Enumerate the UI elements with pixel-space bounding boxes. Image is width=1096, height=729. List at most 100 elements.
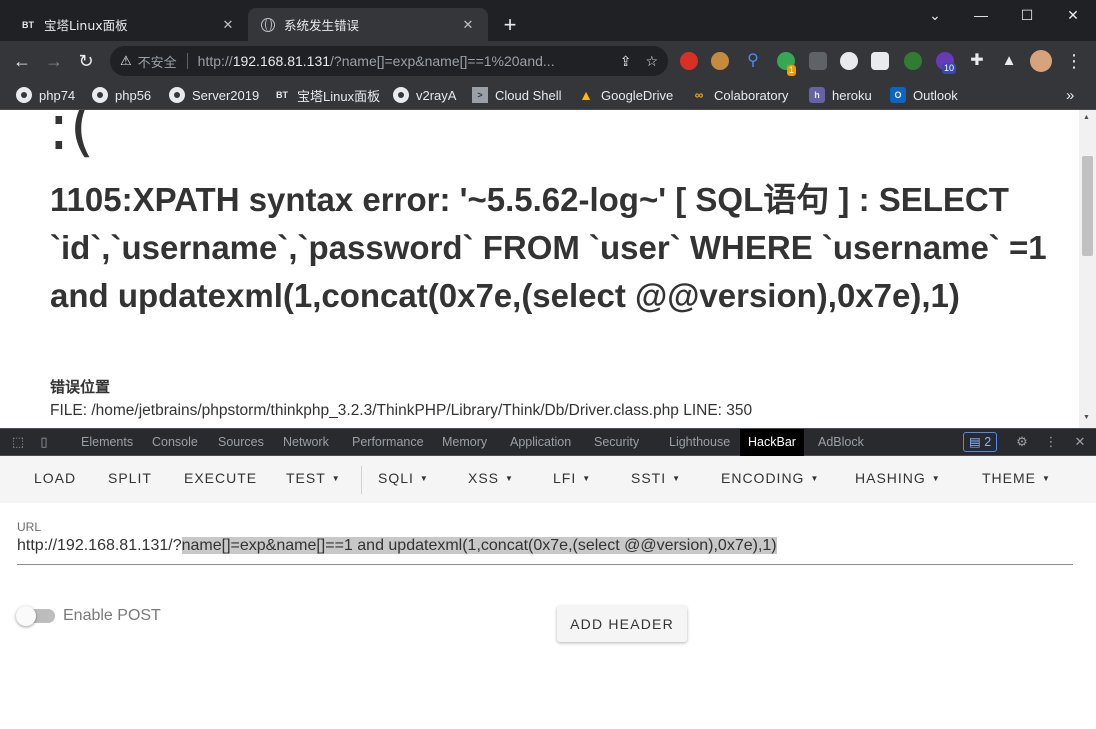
bookmark-php56[interactable]: php56	[92, 86, 151, 104]
chat-extension-icon[interactable]	[840, 52, 858, 70]
new-tab-button[interactable]: +	[498, 14, 522, 38]
divider	[186, 53, 188, 69]
sad-face: :(	[48, 110, 95, 165]
bookmarks-overflow-button[interactable]: »	[1066, 86, 1074, 104]
device-toolbar-icon[interactable]: ▯	[36, 434, 52, 450]
scrollbar-thumb[interactable]	[1082, 156, 1093, 256]
sqli-menu[interactable]: SQLI ▼	[378, 470, 429, 486]
globe-icon	[169, 87, 185, 103]
bookmark-php74[interactable]: php74	[16, 86, 75, 104]
terminal-icon: >	[472, 87, 488, 103]
theme-menu[interactable]: THEME ▼	[982, 470, 1051, 486]
gear-extension-icon[interactable]	[904, 52, 922, 70]
inspect-element-icon[interactable]: ⬚	[10, 434, 26, 450]
back-button[interactable]: ←	[8, 47, 36, 75]
url-textarea[interactable]: http://192.168.81.131/?name[]=exp&name[]…	[17, 535, 1073, 565]
enable-post-toggle[interactable]	[16, 606, 55, 626]
tab-security[interactable]: Security	[594, 429, 639, 456]
tab-performance[interactable]: Performance	[352, 429, 424, 456]
close-icon[interactable]: ✕	[460, 17, 476, 33]
toggle-knob[interactable]	[16, 606, 36, 626]
caret-down-icon: ▼	[1042, 474, 1051, 483]
extension-badge: 1	[787, 65, 797, 76]
proxy-extension-icon[interactable]	[809, 52, 827, 70]
share-icon[interactable]: ⇪	[620, 53, 632, 70]
hashing-menu[interactable]: HASHING ▼	[855, 470, 941, 486]
url-label: URL	[17, 520, 42, 534]
tab-application[interactable]: Application	[510, 429, 571, 456]
bookmark-outlook[interactable]: O Outlook	[890, 86, 958, 104]
adblock-extension-icon[interactable]	[680, 52, 698, 70]
forward-button[interactable]: →	[40, 47, 68, 75]
bookmark-baota[interactable]: BT 宝塔Linux面板	[274, 86, 380, 104]
bookmarks-bar: php74 php56 Server2019 BT 宝塔Linux面板 v2ray…	[0, 81, 1096, 110]
tab-console[interactable]: Console	[152, 429, 198, 456]
tab-network[interactable]: Network	[283, 429, 329, 456]
tab-memory[interactable]: Memory	[442, 429, 487, 456]
close-devtools-icon[interactable]: ✕	[1072, 434, 1088, 450]
kebab-menu-icon[interactable]: ⋮	[1060, 47, 1088, 75]
minimize-button[interactable]: —	[958, 0, 1004, 32]
caret-down-icon: ▼	[810, 474, 820, 483]
xss-menu[interactable]: XSS ▼	[468, 470, 514, 486]
enable-post-label[interactable]: Enable POST	[63, 607, 161, 625]
bookmark-google-drive[interactable]: ▲ GoogleDrive	[578, 86, 673, 104]
cookie-extension-icon[interactable]	[711, 52, 729, 70]
drive-icon: ▲	[579, 87, 593, 103]
bookmark-server2019[interactable]: Server2019	[169, 86, 259, 104]
globe-icon	[92, 87, 108, 103]
reload-button[interactable]: ↻	[72, 47, 100, 75]
bt-favicon-icon: BT	[22, 19, 34, 30]
settings-gear-icon[interactable]: ⚙	[1014, 434, 1030, 450]
address-bar[interactable]: ⚠ 不安全 http://192.168.81.131/?name[]=exp&…	[110, 46, 668, 76]
browser-toolbar: ← → ↻ ⚠ 不安全 http://192.168.81.131/?name[…	[0, 41, 1096, 81]
load-button[interactable]: LOAD	[34, 470, 76, 486]
devtools-tab-bar: ⬚ ▯ Elements Console Sources Network Per…	[0, 428, 1096, 456]
bookmark-colaboratory[interactable]: ∞ Colaboratory	[691, 86, 789, 104]
tab-adblock[interactable]: AdBlock	[818, 429, 864, 456]
web-page: :( 1105:XPATH syntax error: '~5.5.62-log…	[0, 110, 1079, 428]
hackbar-extension-icon[interactable]	[871, 52, 889, 70]
warning-icon[interactable]: ⚠	[120, 53, 132, 69]
bookmark-star-icon[interactable]: ☆	[645, 53, 658, 70]
tab-sources[interactable]: Sources	[218, 429, 264, 456]
location-extension-icon[interactable]: ⚲	[744, 52, 762, 70]
scroll-down-icon[interactable]: ▼	[1083, 414, 1090, 421]
error-message: 1105:XPATH syntax error: '~5.5.62-log~' …	[50, 181, 1047, 314]
lfi-menu[interactable]: LFI ▼	[553, 470, 591, 486]
tab-elements[interactable]: Elements	[81, 429, 133, 456]
outlook-icon: O	[890, 87, 906, 103]
caret-down-icon: ▼	[419, 474, 429, 483]
tab-hackbar[interactable]: HackBar	[740, 429, 804, 456]
tab-lighthouse[interactable]: Lighthouse	[669, 429, 730, 456]
test-menu[interactable]: TEST ▼	[286, 470, 341, 486]
encoding-menu[interactable]: ENCODING ▼	[721, 470, 819, 486]
page-scrollbar[interactable]: ▲ ▼	[1079, 110, 1096, 428]
caret-down-icon: ▼	[672, 474, 682, 483]
hackbar-menu: LOAD SPLIT EXECUTE TEST ▼ SQLI ▼ XSS ▼ LFI ▼…	[0, 456, 1096, 503]
puzzle-icon[interactable]: ✚	[968, 52, 986, 70]
security-label[interactable]: 不安全	[138, 52, 177, 71]
devtools-menu-icon[interactable]: ⋮	[1043, 434, 1059, 450]
close-icon[interactable]: ✕	[220, 17, 236, 33]
avatar[interactable]	[1030, 50, 1052, 72]
bt-icon: BT	[276, 90, 288, 100]
ssti-menu[interactable]: SSTI ▼	[631, 470, 681, 486]
heroku-icon: h	[809, 87, 825, 103]
close-window-button[interactable]: ✕	[1050, 0, 1096, 32]
url-text[interactable]: http://192.168.81.131/?name[]=exp&name[]…	[198, 53, 606, 69]
execute-button[interactable]: EXECUTE	[184, 470, 257, 486]
tab-search-icon[interactable]: ⌄	[912, 0, 958, 32]
bookmark-cloud-shell[interactable]: > Cloud Shell	[472, 86, 562, 104]
tab-error-page[interactable]: 系统发生错误 ✕	[248, 8, 488, 41]
maximize-button[interactable]: ☐	[1004, 0, 1050, 32]
bookmark-v2raya[interactable]: v2rayA	[393, 86, 456, 104]
lab-flask-icon[interactable]: ▲	[1000, 52, 1018, 70]
scroll-up-icon[interactable]: ▲	[1083, 114, 1090, 121]
browser-titlebar: BT 宝塔Linux面板 ✕ 系统发生错误 ✕ + ⌄ — ☐ ✕	[0, 0, 1096, 41]
add-header-button[interactable]: ADD HEADER	[557, 606, 687, 642]
bookmark-heroku[interactable]: h heroku	[809, 86, 872, 104]
messages-badge[interactable]: ▤ 2	[963, 432, 998, 452]
split-button[interactable]: SPLIT	[108, 470, 152, 486]
tab-baota[interactable]: BT 宝塔Linux面板 ✕	[8, 8, 248, 41]
